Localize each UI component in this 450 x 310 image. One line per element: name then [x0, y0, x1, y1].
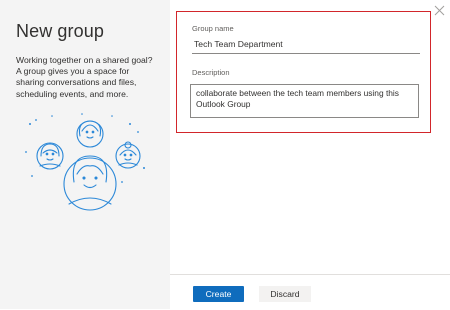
- group-name-value: Tech Team Department: [194, 39, 283, 49]
- description-label: Description: [192, 68, 230, 77]
- create-button[interactable]: Create: [193, 286, 244, 302]
- dialog-description: Working together on a shared goal? A gro…: [16, 55, 153, 99]
- discard-button[interactable]: Discard: [259, 286, 311, 302]
- dialog-footer: Create Discard: [170, 274, 450, 310]
- form-panel: Group name Tech Team Department Descript…: [170, 0, 450, 309]
- group-name-input[interactable]: Tech Team Department: [192, 38, 420, 54]
- page-title: New group: [16, 21, 104, 41]
- people-group-illustration: [25, 113, 145, 211]
- description-value: collaborate between the tech team member…: [196, 88, 399, 109]
- group-details-form: Group name Tech Team Department Descript…: [176, 11, 431, 133]
- close-icon[interactable]: [433, 4, 446, 17]
- info-panel: New group Working together on a shared g…: [0, 0, 170, 309]
- new-group-dialog: New group Working together on a shared g…: [0, 0, 450, 309]
- group-name-label: Group name: [192, 24, 234, 33]
- description-textarea[interactable]: collaborate between the tech team member…: [190, 84, 419, 118]
